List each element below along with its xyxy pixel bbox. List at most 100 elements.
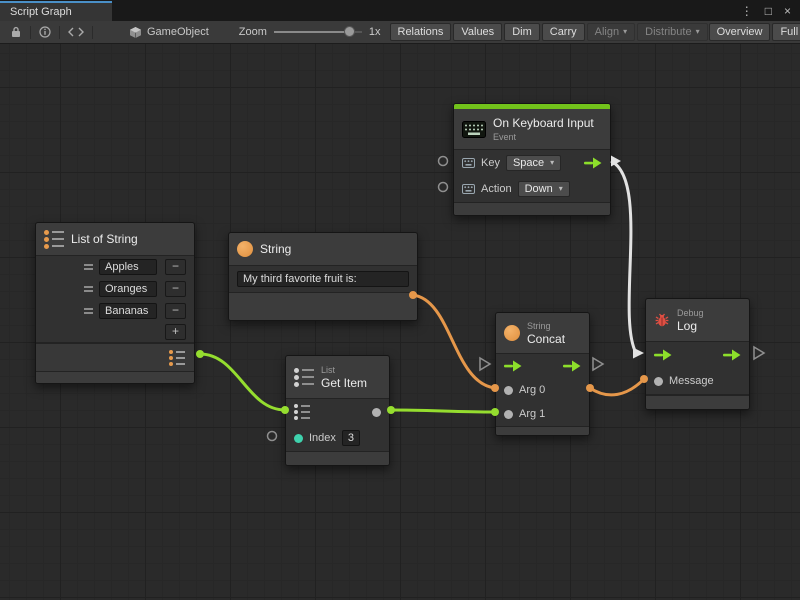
- index-row: Index 3: [286, 425, 389, 451]
- key-label: Key: [481, 157, 500, 169]
- node-title: Log: [677, 320, 704, 333]
- list-icon: [44, 230, 64, 249]
- message-row: Message: [646, 368, 749, 394]
- flow-out-port[interactable]: [563, 360, 581, 372]
- flow-out-port[interactable]: [584, 157, 602, 169]
- list-item-field[interactable]: Bananas: [99, 303, 157, 319]
- node-concat[interactable]: String Concat Arg 0 Arg 1: [495, 312, 590, 436]
- carry-toggle[interactable]: Carry: [542, 23, 585, 41]
- drag-handle-icon[interactable]: [84, 264, 93, 270]
- node-header: On Keyboard Input Event: [454, 109, 610, 149]
- node-title: String: [260, 243, 291, 256]
- list-input-port-icon[interactable]: [294, 404, 310, 420]
- dropdown-arrow-icon: ▾: [559, 182, 563, 196]
- distribute-dropdown-button[interactable]: Distribute ▾: [637, 23, 707, 41]
- flow-out-port[interactable]: [723, 349, 741, 361]
- zoom-slider[interactable]: [274, 25, 362, 39]
- flow-row: [496, 354, 589, 378]
- key-dropdown[interactable]: Space ▾: [506, 155, 561, 171]
- zoom-slider-handle[interactable]: [344, 26, 355, 37]
- remove-item-button[interactable]: −: [165, 303, 186, 319]
- titlebar: Script Graph ⋮ □ ×: [0, 0, 800, 21]
- list-item-row: Apples −: [36, 256, 194, 278]
- toolbar-separator: [92, 26, 93, 39]
- node-category: List: [321, 365, 367, 375]
- key-row: Key Space ▾: [454, 150, 610, 176]
- node-category: String: [527, 321, 565, 331]
- dropdown-arrow-icon: ▾: [696, 24, 700, 40]
- node-on-keyboard-input[interactable]: On Keyboard Input Event Key Space ▾: [453, 103, 611, 216]
- index-label: Index: [309, 432, 336, 444]
- arg0-label: Arg 0: [519, 384, 545, 396]
- node-subtitle: Event: [493, 132, 594, 142]
- lock-button[interactable]: [4, 23, 28, 41]
- list-output-port-icon[interactable]: [169, 350, 185, 366]
- lock-icon: [10, 26, 22, 38]
- flow-row: [646, 342, 749, 368]
- action-dropdown[interactable]: Down ▾: [518, 181, 570, 197]
- window-maximize-icon[interactable]: □: [765, 5, 772, 17]
- add-item-row: +: [36, 322, 194, 342]
- arg1-label: Arg 1: [519, 408, 545, 420]
- index-field[interactable]: 3: [342, 430, 360, 446]
- index-input-port[interactable]: [294, 434, 303, 443]
- arg0-input-port[interactable]: [504, 386, 513, 395]
- node-title: List of String: [71, 233, 138, 246]
- dropdown-arrow-icon: ▾: [550, 156, 554, 170]
- string-value-field[interactable]: My third favorite fruit is:: [237, 271, 409, 287]
- tab-script-graph[interactable]: Script Graph: [0, 1, 112, 21]
- node-footer: [646, 395, 749, 409]
- node-footer: [36, 371, 194, 383]
- dropdown-arrow-icon: ▾: [623, 24, 627, 40]
- drag-handle-icon[interactable]: [84, 286, 93, 292]
- message-input-port[interactable]: [654, 377, 663, 386]
- list-input-row: [286, 399, 389, 425]
- values-toggle[interactable]: Values: [453, 23, 502, 41]
- node-footer: [286, 452, 389, 465]
- list-item-field[interactable]: Apples: [99, 259, 157, 275]
- list-output-row: [36, 343, 194, 371]
- dim-toggle[interactable]: Dim: [504, 23, 540, 41]
- window-menu-icon[interactable]: ⋮: [741, 5, 753, 17]
- string-value-row: My third favorite fruit is:: [229, 266, 417, 292]
- node-log[interactable]: Debug Log Message: [645, 298, 750, 410]
- remove-item-button[interactable]: −: [165, 281, 186, 297]
- gameobject-reference[interactable]: GameObject: [129, 26, 209, 39]
- message-label: Message: [669, 375, 714, 387]
- node-footer: [229, 293, 417, 320]
- overview-button[interactable]: Overview: [709, 23, 771, 41]
- gameobject-label: GameObject: [147, 26, 209, 38]
- toolbar-separator: [30, 26, 31, 39]
- edit-graph-button[interactable]: [62, 23, 90, 41]
- toolbar-separator: [59, 26, 60, 39]
- add-item-button[interactable]: +: [165, 324, 186, 340]
- zoom-value: 1x: [369, 26, 381, 38]
- node-get-item[interactable]: List Get Item Index 3: [285, 355, 390, 466]
- item-output-port[interactable]: [372, 408, 381, 417]
- node-list-of-string[interactable]: List of String Apples − Oranges − Banana…: [35, 222, 195, 384]
- info-icon: [39, 26, 51, 38]
- window-close-icon[interactable]: ×: [784, 5, 791, 17]
- node-header: String Concat: [496, 313, 589, 353]
- node-header: List Get Item: [286, 356, 389, 398]
- arg1-input-port[interactable]: [504, 410, 513, 419]
- list-item-field[interactable]: Oranges: [99, 281, 157, 297]
- node-category: Debug: [677, 308, 704, 318]
- relations-toggle[interactable]: Relations: [390, 23, 452, 41]
- node-header: Debug Log: [646, 299, 749, 341]
- arg1-row: Arg 1: [496, 402, 589, 426]
- node-header: String: [229, 233, 417, 265]
- info-button[interactable]: [33, 23, 57, 41]
- graph-toolbar: GameObject Zoom 1x Relations Values Dim …: [0, 21, 800, 44]
- flow-in-port[interactable]: [654, 349, 672, 361]
- action-label: Action: [481, 183, 512, 195]
- flow-in-port[interactable]: [504, 360, 522, 372]
- node-string-literal[interactable]: String My third favorite fruit is:: [228, 232, 418, 321]
- mini-keyboard-icon: [462, 158, 475, 168]
- string-type-icon: [237, 241, 253, 257]
- remove-item-button[interactable]: −: [165, 259, 186, 275]
- node-title: On Keyboard Input: [493, 117, 594, 130]
- fullscreen-button[interactable]: Full Scre: [772, 23, 800, 41]
- align-dropdown-button[interactable]: Align ▾: [587, 23, 635, 41]
- drag-handle-icon[interactable]: [84, 308, 93, 314]
